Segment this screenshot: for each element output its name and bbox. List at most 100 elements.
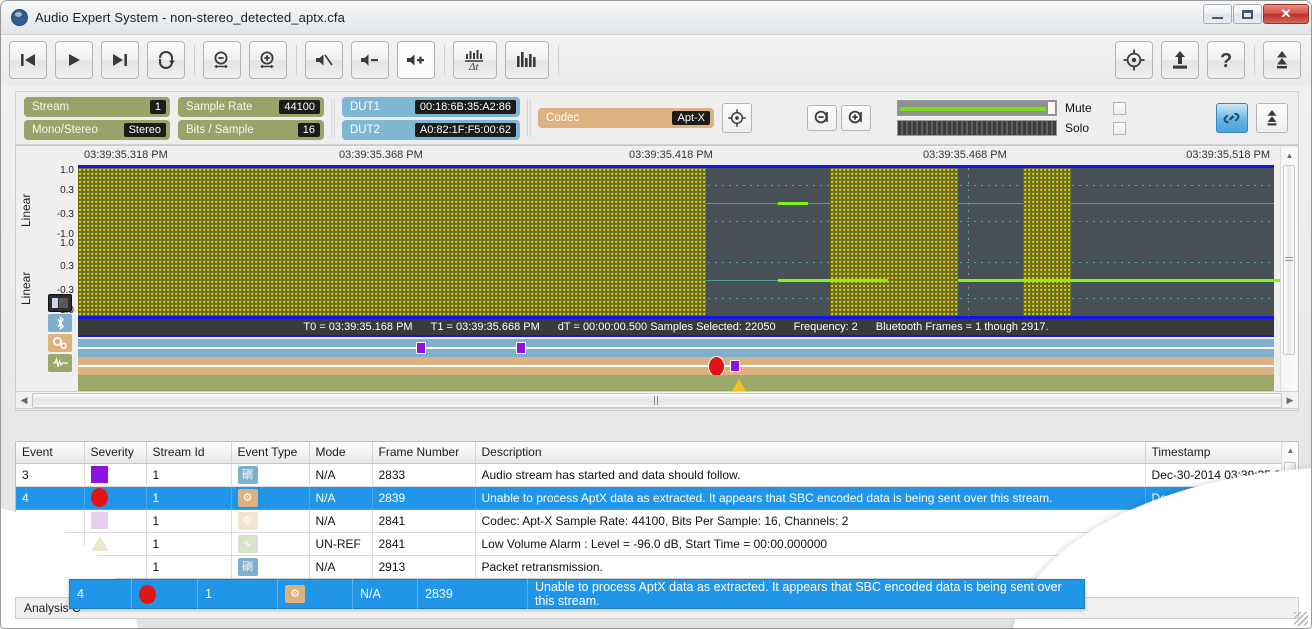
column-header-timestamp[interactable]: Timestamp [1145, 442, 1298, 464]
cell-event-type: ∿ [231, 532, 310, 556]
waveform-horizontal-scrollbar[interactable]: ◀ ▶ [15, 391, 1299, 409]
drag-cell-stream-id: 1 [198, 579, 278, 609]
events-table[interactable]: Event Severity Stream Id Event Type Mode… [15, 441, 1299, 596]
window-title: Audio Expert System - non-stereo_detecte… [35, 10, 345, 25]
cell-description: Unable to process AptX data as extracted… [475, 486, 1146, 510]
cell-severity [84, 463, 147, 487]
mute-button[interactable] [305, 41, 343, 79]
table-scroll-thumb[interactable] [1284, 462, 1296, 488]
cell-timestamp: Dec-30-2014 03:39:35.386681 PM [1145, 463, 1298, 487]
table-row[interactable]: 7 1 䃗 N/A 2913 Packet retransmission. De… [16, 555, 1298, 579]
pane-split-icon[interactable] [48, 294, 72, 312]
drag-preview-row[interactable]: 4 1 ⚙ N/A 2839 Unable to process AptX da… [69, 579, 1085, 609]
codec-value: Apt-X [672, 111, 710, 125]
cell-timestamp: Dec-30-2014 03:39:35.422344 PM [1145, 532, 1298, 556]
dut2-pill[interactable]: DUT2 A0:82:1F:F5:00:62 [342, 119, 520, 140]
link-chain-button[interactable] [1216, 103, 1248, 133]
horizontal-scroll-thumb[interactable] [32, 392, 1282, 408]
spectrum-delta-button[interactable]: Δt [453, 41, 497, 79]
scroll-left-arrow-icon[interactable]: ◀ [16, 395, 32, 406]
dut1-pill[interactable]: DUT1 00:18:6B:35:A2:86 [342, 96, 520, 117]
table-vertical-scrollbar[interactable]: ▲ ▼ [1281, 442, 1298, 595]
stream-pill[interactable]: Stream 1 [24, 96, 170, 117]
table-row[interactable]: 3 1 䃗 N/A 2833 Audio stream has started … [16, 463, 1298, 487]
loop-button[interactable] [147, 41, 185, 79]
y-tick-ch2-0: 1.0 [60, 238, 74, 249]
bar-meter-button[interactable] [505, 41, 549, 79]
horizontal-scroll-track[interactable] [32, 392, 1282, 408]
volume-up-button[interactable] [397, 41, 435, 79]
codec-pill[interactable]: Codec Apt-X [538, 108, 714, 128]
event-lanes[interactable] [78, 339, 1274, 393]
mute-checkbox[interactable] [1113, 101, 1126, 115]
bluetooth-lane[interactable] [78, 339, 1274, 357]
zoom-out-time-button[interactable] [807, 105, 837, 131]
selection-region [830, 168, 958, 316]
selection-status-bar: T0 = 03:39:35.168 PM T1 = 03:39:35.668 P… [78, 319, 1274, 337]
column-header-severity[interactable]: Severity [84, 442, 147, 464]
column-header-event-type[interactable]: Event Type [231, 442, 310, 464]
scroll-down-arrow-icon[interactable]: ▼ [1282, 579, 1298, 595]
bluetooth-icon[interactable] [48, 314, 72, 332]
gears-icon[interactable] [48, 334, 72, 352]
panel-collapse-button[interactable] [1256, 103, 1288, 133]
sample-rate-pill[interactable]: Sample Rate 44100 [178, 96, 324, 117]
zoom-in-button[interactable] [249, 41, 287, 79]
zoom-out-button[interactable] [203, 41, 241, 79]
zoom-in-time-button[interactable] [841, 105, 871, 131]
skip-to-end-button[interactable] [101, 41, 139, 79]
scroll-right-arrow-icon[interactable]: ▶ [1282, 395, 1298, 406]
column-header-mode[interactable]: Mode [309, 442, 373, 464]
column-header-event[interactable]: Event [16, 442, 85, 464]
bits-per-sample-label: Bits / Sample [186, 123, 254, 136]
event-marker-purple[interactable] [416, 342, 426, 354]
status-dt: dT = 00:00:00.500 Samples Selected: 2205… [557, 321, 776, 333]
waveform-icon[interactable] [48, 354, 72, 372]
cell-stream-id: 1 [146, 486, 232, 510]
scroll-up-arrow-icon[interactable]: ▲ [1282, 442, 1298, 458]
column-header-frame-number[interactable]: Frame Number [372, 442, 476, 464]
gears-icon: ⚙ [285, 585, 305, 603]
vertical-scroll-thumb[interactable] [1283, 165, 1295, 355]
dut2-value: A0:82:1F:F5:00:62 [414, 122, 516, 137]
waveform-trace [778, 202, 808, 205]
event-marker-yellow[interactable] [732, 379, 746, 391]
cell-mode: UN-REF [309, 532, 373, 556]
collapse-panel-button[interactable] [1263, 41, 1301, 79]
skip-to-start-button[interactable] [9, 41, 47, 79]
close-button[interactable]: ✕ [1263, 4, 1309, 24]
waveform-canvas[interactable] [78, 165, 1296, 319]
scroll-up-arrow-icon[interactable]: ▲ [1281, 147, 1298, 163]
solo-checkbox[interactable] [1113, 121, 1126, 135]
volume-down-button[interactable] [351, 41, 389, 79]
info-crosshair-target-icon[interactable] [722, 103, 752, 133]
play-button[interactable] [55, 41, 93, 79]
window-resize-grip[interactable] [1294, 612, 1308, 626]
dut1-value: 00:18:6B:35:A2:86 [414, 99, 516, 114]
cell-timestamp: Dec-30-2014 03:39:35.422307 PM [1145, 509, 1298, 533]
column-header-description[interactable]: Description [475, 442, 1146, 464]
drag-cell-mode: N/A [353, 579, 418, 609]
application-window: Audio Expert System - non-stereo_detecte… [0, 0, 1312, 629]
cell-event: 4 [16, 486, 85, 510]
table-row[interactable]: 5 1 ⚙ N/A 2841 Codec: Apt-X Sample Rate:… [16, 509, 1298, 533]
event-marker-red[interactable] [708, 356, 725, 377]
upload-arrow-button[interactable] [1161, 41, 1199, 79]
toolbar-separator [194, 45, 195, 75]
bits-per-sample-pill[interactable]: Bits / Sample 16 [178, 119, 324, 140]
column-header-stream-id[interactable]: Stream Id [146, 442, 232, 464]
minimize-button[interactable] [1203, 4, 1232, 24]
table-row[interactable]: 4 1 ⚙ N/A 2839 Unable to process AptX da… [16, 486, 1298, 510]
crosshair-target-button[interactable] [1115, 41, 1153, 79]
event-marker-purple[interactable] [730, 360, 740, 372]
maximize-button[interactable] [1233, 4, 1262, 24]
table-row[interactable]: 6 1 ∿ UN-REF 2841 Low Volume Alarm : Lev… [16, 532, 1298, 556]
status-frequency: Frequency: 2 [793, 321, 858, 333]
event-marker-purple[interactable] [516, 342, 526, 354]
waveform-trace [958, 279, 1296, 282]
codec-lane[interactable] [78, 356, 1274, 377]
codec-group: Codec Apt-X [538, 108, 714, 128]
mono-stereo-pill[interactable]: Mono/Stereo Stereo [24, 119, 170, 140]
help-button[interactable]: ? [1207, 41, 1245, 79]
waveform-vertical-scrollbar[interactable]: ▲ ▼ [1280, 147, 1297, 409]
